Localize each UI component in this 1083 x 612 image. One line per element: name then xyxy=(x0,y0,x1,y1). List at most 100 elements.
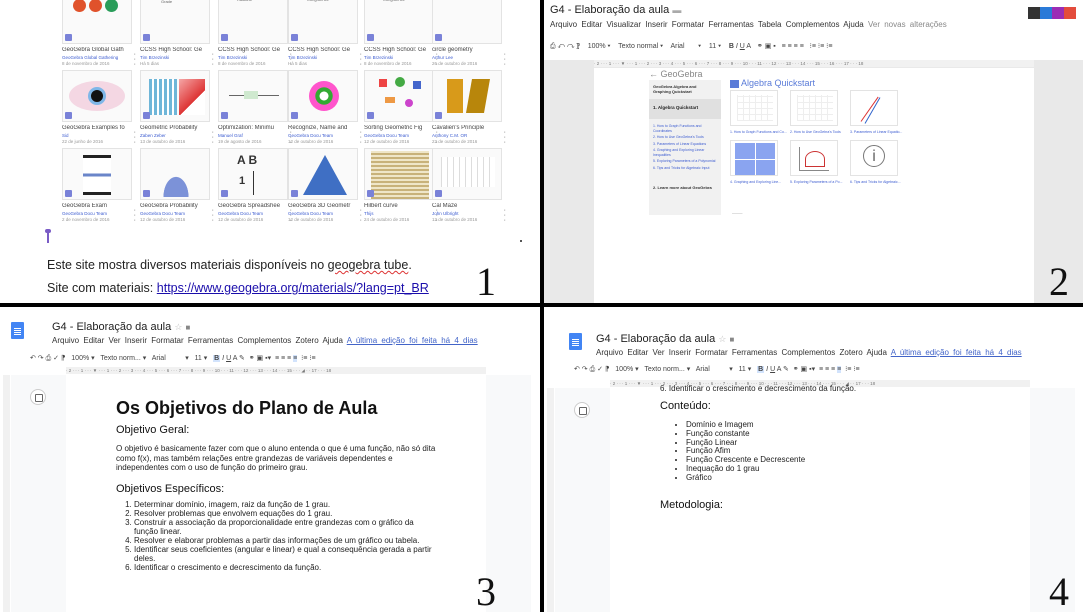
more-options-icon[interactable]: · · · xyxy=(134,129,136,146)
avatar[interactable] xyxy=(1052,7,1064,19)
list-icons[interactable]: ⁝≡ ⁝≡ xyxy=(301,355,316,362)
font-select[interactable]: Arial xyxy=(696,366,710,373)
chapter-caption[interactable]: 1. How to Graph Functions and Co... xyxy=(730,130,790,134)
doc-title[interactable]: G4 - Elaboração da aula ▬ xyxy=(550,4,681,16)
align-icons[interactable]: ≡ ≡ ≡ ≡ xyxy=(819,366,842,373)
chapter-link[interactable]: 5. Exploring Parameters of a Polynomial xyxy=(653,159,717,164)
chapter-thumbnail[interactable] xyxy=(730,140,778,176)
italic-button[interactable]: I xyxy=(222,355,224,362)
list-icons[interactable]: ⁝≡ ⁝≡ ⁝≡ xyxy=(810,43,833,50)
chapter-caption[interactable]: 4. Graphing and Exploring Line... xyxy=(730,180,790,184)
material-author[interactable]: GeoGebra Global Gathering xyxy=(62,55,132,60)
image-icon[interactable]: ▪ xyxy=(265,355,267,362)
star-icon[interactable]: ☆ xyxy=(718,334,726,344)
material-thumbnail[interactable] xyxy=(288,70,358,122)
menu-item[interactable]: Inserir xyxy=(125,336,147,345)
more-options-icon[interactable]: · · · xyxy=(360,129,362,146)
link-icon[interactable]: ⚭ xyxy=(757,43,763,50)
menu-item[interactable]: Tabela xyxy=(758,20,782,29)
material-title[interactable]: GeoGebra Examples fo xyxy=(62,125,132,131)
list-icons[interactable]: ⁝≡ ⁝≡ xyxy=(845,366,860,373)
menu-item[interactable]: Complementos xyxy=(782,348,836,357)
material-card[interactable]: GeoGebra Probability GeoGebra Docu Team 12… xyxy=(140,148,214,224)
star-icon[interactable]: ☆ xyxy=(174,322,182,332)
more-options-icon[interactable]: · · · xyxy=(212,207,214,224)
text-color-icon[interactable]: A xyxy=(746,43,751,50)
menu-item[interactable]: Visualizar xyxy=(607,20,642,29)
material-title[interactable]: GeoGebra Spreadshee xyxy=(218,203,288,209)
material-thumbnail[interactable]: Congruence xyxy=(364,0,434,44)
menu-item[interactable]: Zotero xyxy=(296,336,319,345)
material-thumbnail[interactable] xyxy=(432,70,502,122)
material-title[interactable]: Cal Maze xyxy=(432,203,502,209)
material-title[interactable]: Optimization: Minimu xyxy=(218,125,288,131)
text-color-icon[interactable]: A xyxy=(233,355,237,362)
style-select[interactable]: Texto norm... xyxy=(644,366,684,373)
doc-title[interactable]: G4 - Elaboração da aula ☆ ■ xyxy=(52,321,190,333)
material-card[interactable]: Sorting Geometric Fig GeoGebra Docu Team 1… xyxy=(364,70,438,146)
material-thumbnail[interactable] xyxy=(364,148,434,200)
material-title[interactable]: CCSS High School: Ge xyxy=(364,47,434,53)
menu-item[interactable]: Inserir xyxy=(669,348,691,357)
menu-item[interactable]: Ferramentas xyxy=(732,348,777,357)
material-author[interactable]: Sid xyxy=(62,133,132,138)
material-author[interactable]: GeoGebra Docu Team xyxy=(62,211,132,216)
material-card[interactable]: Hilbert curve Thijs 24 de outubro de 2016 ·… xyxy=(364,148,438,224)
material-card[interactable]: Radians CCSS High School: Ge Tim Brzezinsk… xyxy=(218,0,292,68)
material-thumbnail[interactable] xyxy=(62,70,132,122)
chapter-thumbnail[interactable] xyxy=(790,140,838,176)
undo-icon[interactable]: ↶ ↷ ⎙ ✓ ⁋ xyxy=(574,366,609,373)
chapter-caption[interactable]: 6. Tips and Tricks for Algebraic... xyxy=(850,180,910,184)
menu-item[interactable]: Arquivo xyxy=(550,20,577,29)
chapter-caption[interactable]: 3. Parameters of Linear Equatio... xyxy=(850,130,910,134)
material-author[interactable]: Tim Brzezinski xyxy=(288,55,358,60)
material-card[interactable]: circle geometry Arthur Lee 26 de outubro d… xyxy=(432,0,506,68)
material-card[interactable]: GeoGebra Global Gath GeoGebra Global Gath… xyxy=(62,0,136,68)
material-title[interactable]: GeoGebra Probability xyxy=(140,203,210,209)
italic-button[interactable]: I xyxy=(736,43,738,50)
folder-icon[interactable]: ▬ xyxy=(672,5,681,15)
material-author[interactable]: Manuel Graf xyxy=(218,133,288,138)
material-title[interactable]: circle geometry xyxy=(432,47,502,53)
menu-item[interactable]: Complementos xyxy=(786,20,840,29)
menu-item[interactable]: Zotero xyxy=(840,348,863,357)
material-title[interactable]: CCSS High School: Ge xyxy=(218,47,288,53)
more-options-icon[interactable]: · · · xyxy=(212,51,214,68)
material-thumbnail[interactable]: Congruence xyxy=(288,0,358,44)
material-title[interactable]: CCSS High School: Ge xyxy=(140,47,210,53)
chapter-thumbnail[interactable] xyxy=(790,90,838,126)
menu-item[interactable]: Editar xyxy=(627,348,648,357)
material-card[interactable]: Cavalieri's Principle Anthony C.M. OR 22 d… xyxy=(432,70,506,146)
material-thumbnail[interactable] xyxy=(62,148,132,200)
changes-link[interactable]: Ver novas alterações xyxy=(868,20,947,29)
docs-icon[interactable] xyxy=(11,322,24,339)
folder-icon[interactable]: ■ xyxy=(729,335,734,344)
material-author[interactable]: Thijs xyxy=(364,211,434,216)
chapter-link[interactable]: 1. How to Graph Functions and Coordinate… xyxy=(653,124,717,133)
material-thumbnail[interactable]: Grade xyxy=(140,0,210,44)
material-author[interactable]: Arthur Lee xyxy=(432,55,502,60)
material-title[interactable]: GeoGebra Exam xyxy=(62,203,132,209)
material-author[interactable]: Tim Brzezinski xyxy=(218,55,288,60)
menu-item[interactable]: Editar xyxy=(581,20,602,29)
image-icon[interactable]: ▪ xyxy=(773,43,775,50)
material-thumbnail[interactable] xyxy=(62,0,132,44)
menu-item[interactable]: Ajuda xyxy=(843,20,863,29)
menu-active-section[interactable]: 1. Algebra Quickstart xyxy=(649,99,721,119)
material-thumbnail[interactable] xyxy=(288,148,358,200)
last-edit-link[interactable]: A última edição foi feita há 4 dias xyxy=(347,336,478,345)
material-card[interactable]: Congruence CCSS High School: Ge Tim Brzezi… xyxy=(364,0,438,68)
menu-section-2[interactable]: 2. Learn more about GeoGebra xyxy=(653,185,713,190)
material-author[interactable]: John Ulbright xyxy=(432,211,502,216)
material-author[interactable]: Tim Brzezinski xyxy=(140,55,210,60)
avatar[interactable] xyxy=(1040,7,1052,19)
material-title[interactable]: Recognize, Name and xyxy=(288,125,358,131)
more-options-icon[interactable]: · · · xyxy=(360,207,362,224)
material-author[interactable]: GeoGebra Docu Team xyxy=(364,133,434,138)
menu-item[interactable]: Formatar xyxy=(695,348,727,357)
menu-item[interactable]: Ferramentas xyxy=(708,20,753,29)
material-card[interactable]: Grade CCSS High School: Ge Tim Brzezinski H… xyxy=(140,0,214,68)
highlight-icon[interactable]: ✎ xyxy=(239,355,245,362)
bold-button[interactable]: B xyxy=(757,366,765,373)
bold-button[interactable]: B xyxy=(729,43,734,50)
